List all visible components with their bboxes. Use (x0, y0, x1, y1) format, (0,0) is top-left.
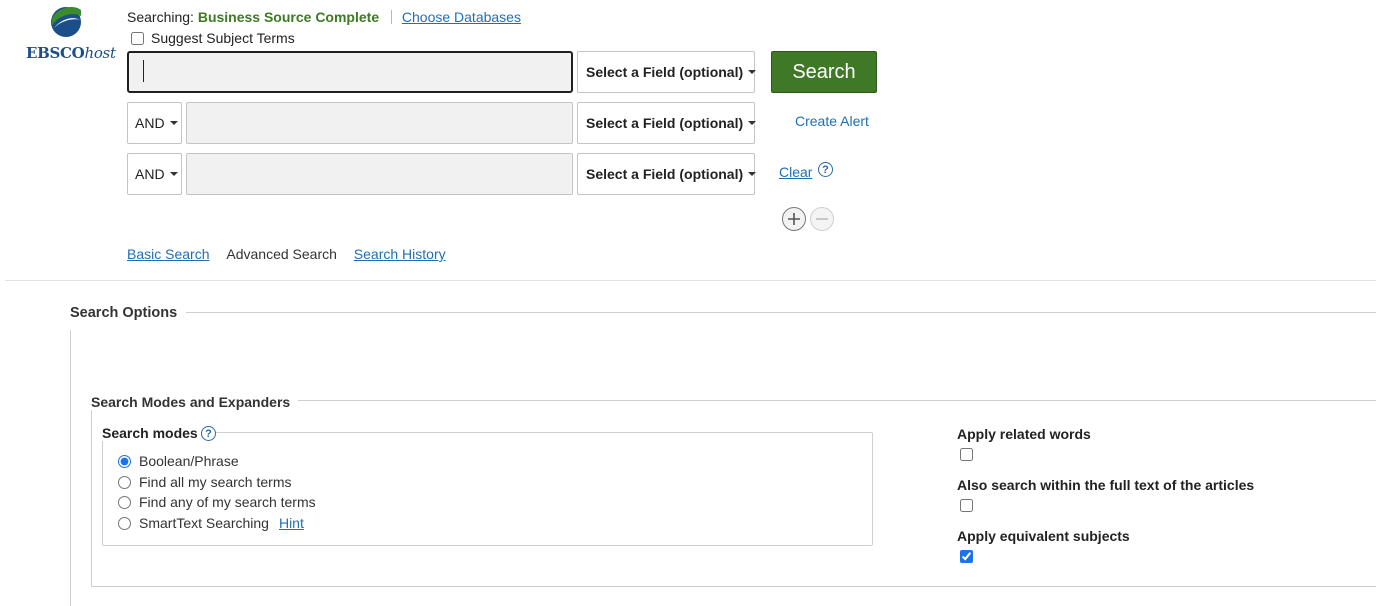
create-alert-link[interactable]: Create Alert (795, 113, 869, 129)
search-button[interactable]: Search (771, 51, 877, 93)
search-term-input-1[interactable] (127, 51, 573, 93)
search-options-border-left (70, 330, 71, 606)
remove-row-button[interactable] (810, 207, 834, 231)
search-term-input-2[interactable] (186, 102, 573, 144)
expander-label-full-text: Also search within the full text of the … (957, 477, 1255, 493)
apply-related-words-checkbox[interactable] (960, 448, 973, 461)
database-name: Business Source Complete (197, 9, 380, 25)
boolean-label: AND (135, 115, 165, 131)
hint-link[interactable]: Hint (279, 515, 304, 531)
mode-radio[interactable] (118, 495, 131, 509)
mode-label: SmartText Searching (139, 515, 269, 531)
expander-label-equivalent-subjects: Apply equivalent subjects (957, 528, 1130, 544)
expander-label-related-words: Apply related words (957, 426, 1091, 442)
apply-equivalent-subjects-checkbox[interactable] (960, 550, 973, 563)
minus-icon (816, 218, 828, 220)
suggest-subject-terms[interactable]: Suggest Subject Terms (130, 30, 295, 46)
caret-down-icon (748, 70, 757, 74)
boolean-select-3[interactable]: AND (127, 153, 182, 195)
boolean-label: AND (135, 166, 165, 182)
mode-label: Find any of my search terms (139, 494, 316, 510)
separator (391, 10, 392, 24)
boolean-select-2[interactable]: AND (127, 102, 182, 144)
field-select-label: Select a Field (optional) (586, 64, 744, 80)
logo-wordmark: EBSCOhost (26, 44, 116, 62)
add-row-button[interactable] (782, 207, 806, 231)
suggest-subject-terms-checkbox[interactable] (131, 31, 144, 45)
search-term-input-3[interactable] (186, 153, 573, 195)
search-modes-expanders-title: Search Modes and Expanders (91, 394, 299, 410)
ebscohost-logo[interactable]: EBSCOhost (24, 6, 116, 62)
caret-down-icon (748, 121, 757, 125)
search-mode-nav: Basic Search Advanced Search Search Hist… (127, 246, 446, 262)
field-select-3[interactable]: Select a Field (optional) (577, 153, 757, 195)
plus-icon (788, 213, 800, 225)
advanced-search-current: Advanced Search (226, 246, 337, 262)
search-options-title: Search Options (70, 305, 184, 321)
search-modes-title: Search modes (102, 425, 204, 441)
basic-search-link[interactable]: Basic Search (127, 246, 209, 262)
search-history-link[interactable]: Search History (354, 246, 446, 262)
mode-label: Find all my search terms (139, 474, 292, 490)
help-icon[interactable]: ? (818, 162, 833, 177)
text-cursor (143, 60, 144, 82)
field-select-label: Select a Field (optional) (586, 115, 744, 131)
suggest-subject-terms-label: Suggest Subject Terms (151, 30, 295, 46)
search-full-text-checkbox[interactable] (960, 499, 973, 512)
field-select-1[interactable]: Select a Field (optional) (577, 51, 757, 93)
ebsco-globe-icon (51, 6, 81, 37)
mode-find-any[interactable]: Find any of my search terms (117, 494, 316, 510)
search-modes-help-icon[interactable]: ? (201, 426, 216, 441)
mode-smarttext[interactable]: SmartText Searching Hint (117, 515, 304, 531)
searching-line: Searching: Business Source Complete Choo… (127, 9, 521, 25)
caret-down-icon (748, 172, 757, 176)
mode-boolean-phrase[interactable]: Boolean/Phrase (117, 453, 239, 469)
choose-databases-link[interactable]: Choose Databases (402, 9, 521, 25)
searching-label: Searching: (127, 9, 194, 25)
mode-radio[interactable] (118, 454, 131, 468)
caret-down-icon (169, 172, 178, 176)
clear-link[interactable]: Clear (779, 164, 812, 180)
field-select-label: Select a Field (optional) (586, 166, 744, 182)
divider (5, 280, 1376, 281)
mode-label: Boolean/Phrase (139, 453, 239, 469)
caret-down-icon (169, 121, 178, 125)
mode-find-all[interactable]: Find all my search terms (117, 474, 291, 490)
mode-radio[interactable] (118, 516, 131, 530)
field-select-2[interactable]: Select a Field (optional) (577, 102, 757, 144)
mode-radio[interactable] (118, 475, 131, 489)
search-options-border-top (186, 312, 1376, 313)
